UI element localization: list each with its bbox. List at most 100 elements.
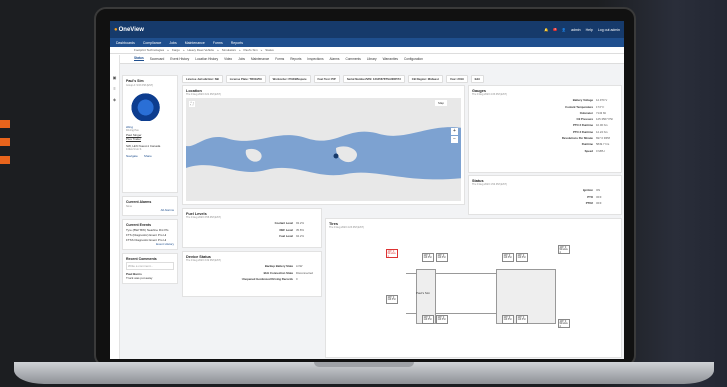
status-row: Ignition ON [472, 188, 618, 192]
gauge-row: Oil Pressure 125.3567 PSI [472, 117, 618, 121]
crumb[interactable]: Kargo [172, 48, 180, 52]
tab-maintenance[interactable]: Maintenance [251, 57, 269, 61]
fuel-panel: Fuel Levels Thu 9 Aug 2023 3:56 PM (EST)… [182, 208, 322, 248]
gauge-value: 697.0 RPM [596, 136, 610, 141]
alarms-card: Current Alarms None All Alarms [122, 196, 178, 216]
gauge-row: PTO 2 Runtime 10.00 hrs [472, 123, 618, 127]
help-link[interactable]: Help [586, 28, 593, 32]
tire[interactable]: 103° F 113 PSI [436, 253, 448, 262]
status-row: PTO2 OFF [472, 201, 618, 205]
list-item[interactable]: FTS (Diagnostic) Event Pro Hi [126, 233, 174, 237]
fuel-label: DEF Level [279, 227, 293, 232]
vehicle-label: Paul's Sim [416, 291, 431, 295]
tire[interactable]: 103° F Window 4 [558, 245, 570, 254]
gauges-panel: Gauges Thu 9 Aug 2023 4:33 PM (EST) Batt… [468, 85, 622, 173]
crumb[interactable]: Heavy Fleet Vehicle [188, 48, 215, 52]
truck-image [128, 91, 172, 121]
menu-jobs[interactable]: Jobs [169, 41, 176, 45]
menu-forms[interactable]: Forms [213, 41, 223, 45]
tab-status[interactable]: Status [134, 56, 144, 61]
tire[interactable]: 103° F 113 PSI [422, 253, 434, 262]
zoom-in-button[interactable]: + [451, 128, 458, 135]
crumb[interactable]: Paul's Sim [244, 48, 258, 52]
gauge-value: 12.970 V [596, 98, 608, 103]
menu-maintenance[interactable]: Maintenance [185, 41, 205, 45]
gauge-row: PTO 3 Runtime 12.22 hrs [472, 130, 618, 134]
fuel-value: 35.8% [296, 227, 304, 232]
tab-inspections[interactable]: Inspections [307, 57, 323, 61]
status-panel: Status Thu 9 Aug 2023 1:54 PM (EST) Igni… [468, 175, 622, 215]
comment-input[interactable]: Write a comment... [126, 262, 174, 270]
device-row: Unopened Geofenced Driving Records 0 [186, 277, 318, 281]
list-item[interactable]: Tyre (BW/ BW) Nearline Rnt Pls [126, 228, 174, 232]
gauge-value: 0 MPH [596, 148, 605, 153]
edit-button[interactable]: Edit [470, 75, 484, 83]
vehicle-name: Paul's Sim [126, 79, 144, 83]
admin-label[interactable]: admin [571, 28, 581, 32]
vehicle-marker [333, 153, 339, 159]
truck-icon[interactable]: ▣ [113, 75, 117, 80]
bell-icon[interactable]: 🔔 [544, 28, 548, 32]
tire[interactable]: 103° F 113 PSI [502, 315, 514, 324]
gauge-value: 5849.7 hrs [596, 142, 610, 147]
menu-reports[interactable]: Reports [231, 41, 243, 45]
vehicle-status-sub: Driving Pax [126, 129, 139, 132]
tab-alarms[interactable]: Alarms [330, 57, 340, 61]
tire[interactable]: 103° F 113 PSI [516, 253, 528, 262]
tire[interactable]: 103° F 113 PSI [422, 315, 434, 324]
top-bar-actions: 🔔 3 👤 admin Help Log out admin [544, 28, 620, 32]
tires-panel: Tires Thu 9 Aug 2023 4:23 PM (EST) Paul'… [325, 218, 622, 358]
vehicle-sub: Group A: 9:03 PM (EST) [126, 84, 154, 87]
logout-link[interactable]: Log out admin [598, 28, 620, 32]
tire-diagram: Paul's Sim 103° F Window 4 103° F 113 PSI … [386, 239, 586, 349]
tire[interactable]: 103° F 113 PSI [436, 315, 448, 324]
gauges-sub: Thu 9 Aug 2023 4:33 PM (EST) [472, 93, 507, 96]
tab-location-history[interactable]: Location History [195, 57, 218, 61]
tab-configuration[interactable]: Configuration [404, 57, 423, 61]
tab-reports[interactable]: Reports [290, 57, 301, 61]
zoom-out-button[interactable]: − [451, 136, 458, 143]
menu-compliance[interactable]: Compliance [143, 41, 161, 45]
tires-sub: Thu 9 Aug 2023 4:23 PM (EST) [329, 226, 364, 229]
fuel-row: DEF Level 35.8% [186, 228, 318, 232]
event-history-link[interactable]: Event History [126, 242, 174, 246]
map-icon[interactable]: ◈ [113, 97, 116, 102]
trailer-link[interactable]: Pius Trailer [126, 137, 174, 141]
share-button[interactable]: Share [144, 154, 152, 158]
menu-dashboards[interactable]: Dashboards [116, 41, 135, 45]
status-row: PTO OFF [472, 195, 618, 199]
fuel-row: Fuel Level 94.2% [186, 234, 318, 238]
tire[interactable]: 103° F 113 PSI [516, 315, 528, 324]
chip-fuel-test: Fuel Test: PIP [313, 75, 340, 83]
tire-alert[interactable]: 103° F Window 4 [386, 249, 398, 258]
tire[interactable]: 103° F 113 PSI [502, 253, 514, 262]
tab-forms[interactable]: Forms [275, 57, 284, 61]
fuel-value: 93.2% [296, 221, 304, 226]
tab-video[interactable]: Video [224, 57, 232, 61]
tire[interactable]: 103° F 113 PSI [386, 295, 398, 304]
gauge-row: Revolutions Per Minute 697.0 RPM [472, 136, 618, 140]
map-view[interactable]: Map + − ⛶ [186, 98, 461, 201]
user-icon[interactable]: 👤 [562, 28, 566, 32]
chip-workorder: Workorder: PO3/Wkspare [268, 75, 311, 83]
fullscreen-icon[interactable]: ⛶ [189, 101, 195, 107]
all-alarms-link[interactable]: All Alarms [126, 208, 174, 212]
crumb[interactable]: Footprint Technologies [134, 48, 164, 52]
tab-comments[interactable]: Comments [345, 57, 360, 61]
crumb[interactable]: Simulators [222, 48, 236, 52]
gauge-label: Odometer [579, 110, 593, 115]
vehicle-location-sub: 0.0km/1 km S [126, 148, 142, 151]
tab-scorecard[interactable]: Scorecard [150, 57, 165, 61]
tab-jobs[interactable]: Jobs [238, 57, 245, 61]
device-label: BLE Connection State [263, 270, 293, 275]
tab-warranties[interactable]: Warranties [383, 57, 398, 61]
tab-event-history[interactable]: Event History [170, 57, 189, 61]
navigate-button[interactable]: Navigate [126, 154, 138, 158]
gauge-label: Oil Pressure [576, 117, 593, 122]
notification-badge[interactable]: 3 [553, 28, 557, 31]
list-icon[interactable]: ≡ [113, 86, 115, 91]
map-type-button[interactable]: Map [435, 100, 447, 106]
tire[interactable]: 103° F Window 4 [558, 319, 570, 328]
tab-library[interactable]: Library [367, 57, 377, 61]
events-title: Current Events [126, 223, 152, 227]
